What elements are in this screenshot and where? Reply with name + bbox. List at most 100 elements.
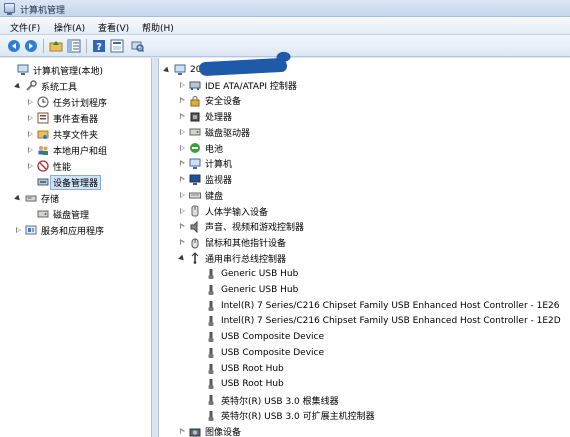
usb-device-row[interactable]: Generic USB Hub [194, 266, 298, 282]
usb-device-row[interactable]: USB Composite Device [194, 329, 324, 345]
usb-device-icon [205, 410, 217, 422]
expand-arrow[interactable] [26, 114, 35, 123]
expand-arrow[interactable] [26, 98, 35, 107]
usb-device-icon [205, 315, 217, 327]
usb-device-row[interactable]: Intel(R) 7 Series/C216 Chipset Family US… [194, 313, 561, 329]
tree-node-task-scheduler[interactable]: 任务计划程序 [26, 94, 107, 110]
menu-help[interactable]: 帮助(H) [140, 20, 176, 35]
properties-icon[interactable] [110, 39, 124, 53]
expand-arrow[interactable] [14, 194, 23, 203]
usb-device-row[interactable]: USB Root Hub [194, 361, 284, 377]
storage-icon [25, 192, 37, 204]
title-bar: 计算机管理 [0, 0, 570, 17]
services-icon [25, 224, 37, 236]
device-category-2[interactable]: 处理器 [178, 109, 232, 125]
keyboard-icon [189, 189, 201, 201]
device-category-5[interactable]: 计算机 [178, 156, 232, 172]
device-category-8[interactable]: 人体学输入设备 [178, 203, 268, 219]
tree-label: 英特尔(R) USB 3.0 可扩展主机控制器 [221, 412, 375, 423]
help-icon[interactable]: ? [92, 39, 106, 53]
tree-node-services-apps[interactable]: 服务和应用程序 [14, 222, 104, 238]
expand-arrow[interactable] [14, 82, 23, 91]
device-category-11[interactable]: 通用串行总线控制器 [178, 250, 286, 266]
hid-icon [189, 205, 201, 217]
usb-device-row[interactable]: USB Root Hub [194, 376, 284, 392]
system-tools-icon [25, 80, 37, 92]
expand-arrow[interactable] [178, 144, 187, 153]
expand-arrow[interactable] [163, 66, 172, 75]
tree-node-device-manager[interactable]: 设备管理器 [26, 174, 102, 190]
ide-controller-icon [189, 79, 201, 91]
computer-management-icon [17, 64, 29, 76]
expand-arrow[interactable] [178, 81, 187, 90]
tree-label: 设备管理器 [50, 174, 102, 190]
expand-arrow[interactable] [178, 207, 187, 216]
tree-node-event-viewer[interactable]: 事件查看器 [26, 110, 98, 126]
tree-label: 系统工具 [41, 82, 78, 93]
usb-device-row[interactable]: USB Composite Device [194, 345, 324, 361]
expand-arrow[interactable] [26, 130, 35, 139]
tree-label: Generic USB Hub [221, 284, 299, 295]
sound-icon [189, 220, 201, 233]
expand-arrow[interactable] [178, 238, 187, 247]
expand-arrow[interactable] [26, 162, 35, 171]
imaging-device-icon [189, 426, 201, 437]
usb-device-icon [205, 378, 217, 390]
back-icon[interactable] [7, 39, 21, 53]
device-tree-root[interactable]: 20 [163, 62, 201, 78]
tree-label: 磁盘驱动器 [205, 128, 251, 139]
show-tree-icon[interactable] [67, 39, 81, 53]
usb-device-icon [205, 394, 217, 406]
menu-bar: 文件(F) 操作(A) 查看(V) 帮助(H) [0, 17, 570, 35]
expand-arrow[interactable] [178, 175, 187, 184]
expand-arrow[interactable] [178, 128, 187, 137]
device-category-9[interactable]: 声音、视频和游戏控制器 [178, 219, 304, 235]
expand-arrow[interactable] [178, 427, 187, 436]
expand-arrow[interactable] [178, 112, 187, 121]
disk-drive-icon [189, 126, 201, 138]
tree-node-storage[interactable]: 存储 [14, 190, 59, 206]
tree-node-performance[interactable]: 性能 [26, 158, 71, 174]
expand-arrow[interactable] [178, 159, 187, 168]
tree-node-disk-management[interactable]: 磁盘管理 [26, 206, 89, 222]
forward-icon[interactable] [24, 39, 38, 53]
usb-device-icon [205, 268, 217, 280]
tree-label: 电池 [205, 144, 224, 155]
users-icon [37, 144, 49, 156]
usb-device-row[interactable]: 英特尔(R) USB 3.0 可扩展主机控制器 [194, 408, 375, 424]
mouse-icon [189, 237, 201, 249]
tree-node-local-users[interactable]: 本地用户和组 [26, 142, 107, 158]
expand-arrow[interactable] [14, 226, 23, 235]
usb-device-row[interactable]: Intel(R) 7 Series/C216 Chipset Family US… [194, 298, 559, 314]
device-category-10[interactable]: 鼠标和其他指针设备 [178, 235, 286, 251]
device-category-3[interactable]: 磁盘驱动器 [178, 124, 250, 140]
device-category-1[interactable]: 安全设备 [178, 93, 241, 109]
tree-node-computer-management[interactable]: 计算机管理(本地) [6, 62, 103, 78]
tree-label: 图像设备 [205, 428, 242, 437]
tree-node-system-tools[interactable]: 系统工具 [14, 78, 77, 94]
device-category-6[interactable]: 监视器 [178, 172, 232, 188]
tree-node-shared-folders[interactable]: 共享文件夹 [26, 126, 98, 142]
menu-view[interactable]: 查看(V) [96, 20, 131, 35]
monitor-icon [189, 174, 201, 186]
menu-action[interactable]: 操作(A) [52, 20, 87, 35]
security-device-icon [189, 95, 201, 107]
device-category-imaging[interactable]: 图像设备 [178, 424, 241, 437]
expand-arrow[interactable] [178, 96, 187, 105]
device-category-0[interactable]: IDE ATA/ATAPI 控制器 [178, 77, 297, 93]
tree-label: 计算机 [205, 160, 233, 171]
usb-device-row[interactable]: Generic USB Hub [194, 282, 298, 298]
scan-hardware-icon[interactable] [130, 39, 144, 53]
expand-arrow[interactable] [178, 254, 187, 263]
device-category-7[interactable]: 键盘 [178, 187, 223, 203]
up-folder-icon[interactable] [49, 39, 63, 53]
usb-device-row[interactable]: 英特尔(R) USB 3.0 根集线器 [194, 392, 339, 408]
usb-device-icon [205, 331, 217, 343]
expand-arrow[interactable] [178, 191, 187, 200]
tree-label: USB Composite Device [221, 347, 325, 358]
menu-file[interactable]: 文件(F) [8, 20, 42, 35]
expand-arrow[interactable] [26, 146, 35, 155]
event-viewer-icon [37, 112, 49, 124]
device-category-4[interactable]: 电池 [178, 140, 223, 156]
expand-arrow[interactable] [178, 222, 187, 231]
